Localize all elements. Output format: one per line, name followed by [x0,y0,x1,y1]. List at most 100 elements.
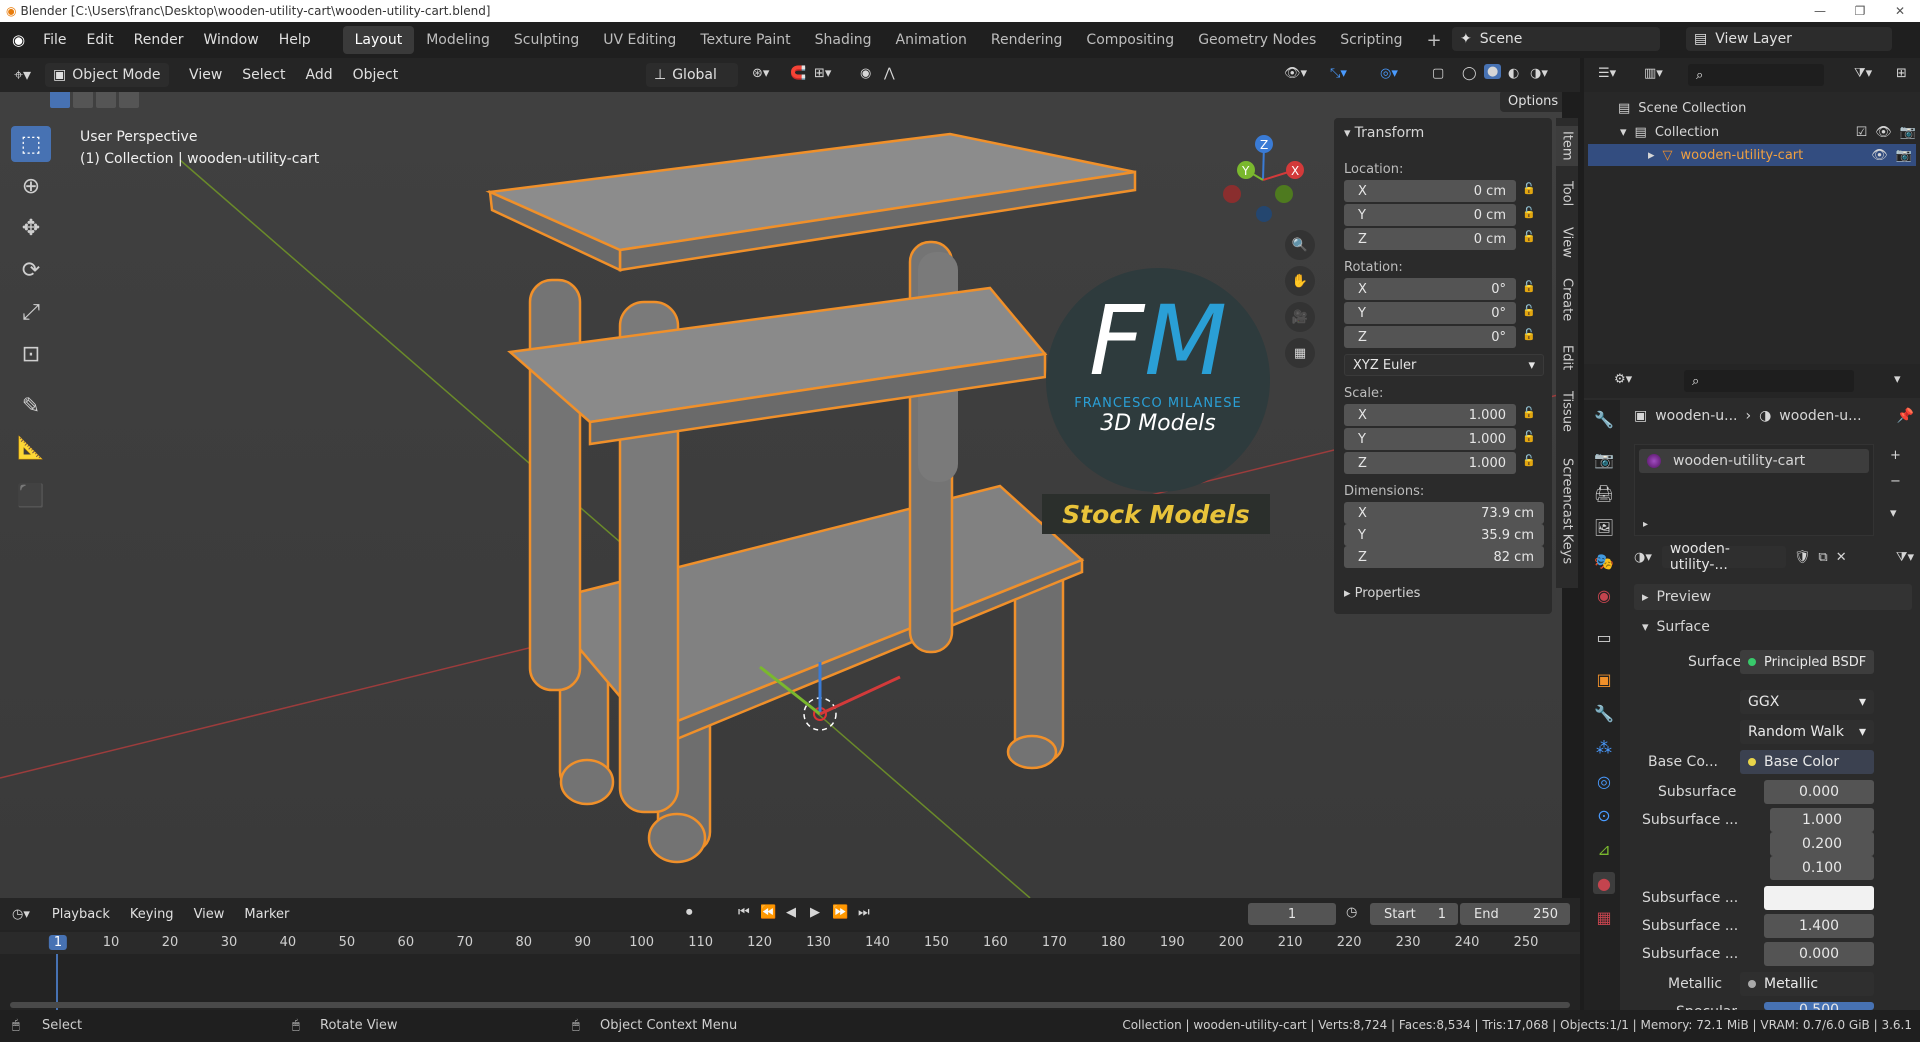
new-collection-icon[interactable]: ⊞ [1896,66,1907,81]
visibility-icon[interactable]: 👁▾ [1284,66,1307,81]
location-x-field[interactable]: X 0 cm [1344,180,1516,202]
transform-tool-icon[interactable]: ⊡ [11,336,51,372]
tab-tool[interactable]: Tool [1556,174,1578,214]
material-slot[interactable]: wooden-utility-cart [1639,449,1869,473]
dimensions-x-field[interactable]: X 73.9 cm [1344,502,1544,524]
scene-selector[interactable]: ✦ Scene [1452,27,1660,51]
output-tab-icon[interactable]: 🖨 [1593,482,1615,504]
jump-start-icon[interactable]: ⏮ [738,905,750,920]
rotation-y-field[interactable]: Y 0° [1344,302,1516,324]
add-cube-tool-icon[interactable]: ⬛ [11,478,51,514]
subsurface-field[interactable]: 0.000 [1764,780,1874,804]
snap-target-icon[interactable]: ⊞▾ [814,66,831,81]
add-slot-icon[interactable]: + [1890,448,1901,463]
filter-icon[interactable]: ⧩▾ [1896,550,1914,565]
tl-menu-keying[interactable]: Keying [120,896,184,932]
prev-keyframe-icon[interactable]: ⏪ [760,905,776,920]
vp-menu-add[interactable]: Add [295,57,342,93]
expand-arrow-icon[interactable]: ▸ [1643,519,1648,530]
world-tab-icon[interactable]: ◉ [1593,584,1615,606]
data-tab-icon[interactable]: ⊿ [1593,838,1615,860]
tab-animation[interactable]: Animation [884,26,979,54]
play-icon[interactable]: ▶ [810,905,820,920]
camera-icon[interactable]: 📷 [1896,148,1912,163]
view-layer-tab-icon[interactable]: 🖼 [1593,516,1615,538]
duplicate-icon[interactable]: ⧉ [1818,550,1827,565]
jump-end-icon[interactable]: ⏭ [858,905,870,920]
tool-tab-icon[interactable]: 🔧 [1593,408,1615,430]
eye-icon[interactable]: 👁 [1871,148,1888,163]
dimensions-y-field[interactable]: Y 35.9 cm [1344,524,1544,546]
falloff-icon[interactable]: ⋀ [884,66,895,81]
xray-icon[interactable]: ▢ [1432,66,1444,81]
dimensions-z-field[interactable]: Z 82 cm [1344,546,1544,568]
base-color-field[interactable]: Base Color [1740,750,1874,774]
minimize-button[interactable]: — [1800,0,1840,22]
scale-z-field[interactable]: Z 1.000 [1344,452,1516,474]
tab-item[interactable]: Item [1556,126,1578,166]
orientation-dropdown[interactable]: ⊥ Global [646,63,738,87]
chevron-down-icon[interactable]: ▾ [1894,372,1901,387]
transform-header[interactable]: ▾ Transform [1344,122,1544,144]
tl-menu-playback[interactable]: Playback [42,896,120,932]
select-new-icon[interactable] [50,92,70,108]
move-tool-icon[interactable]: ✥ [11,210,51,246]
tab-layout[interactable]: Layout [342,26,415,54]
eye-icon[interactable]: 👁 [1875,125,1892,140]
lock-icon[interactable]: 🔓 [1522,230,1536,243]
select-subtract-icon[interactable] [96,92,116,108]
collection-tab-icon[interactable]: ▭ [1593,626,1615,648]
vp-menu-object[interactable]: Object [343,57,409,93]
physics-tab-icon[interactable]: ◎ [1593,770,1615,792]
slot-menu-icon[interactable]: ▾ [1890,506,1897,521]
material-tab-icon[interactable]: ● [1593,872,1615,894]
material-shading-icon[interactable]: ◐ [1508,66,1519,81]
rotation-z-field[interactable]: Z 0° [1344,326,1516,348]
location-y-field[interactable]: Y 0 cm [1344,204,1516,226]
play-reverse-icon[interactable]: ◀ [786,905,796,920]
select-box-modes[interactable] [50,92,139,108]
blender-menu-icon[interactable]: ◉ [0,31,33,49]
rotation-mode-dropdown[interactable]: XYZ Euler ▾ [1344,354,1544,376]
tab-modeling[interactable]: Modeling [414,26,502,54]
remove-slot-icon[interactable]: − [1890,474,1901,489]
scale-tool-icon[interactable]: ⤢ [11,294,51,330]
filter-icon[interactable]: ⧩▾ [1854,66,1872,81]
outliner-row-object[interactable]: ▸ ▽ wooden-utility-cart 👁 📷 [1588,144,1916,166]
subsurface-radius-z-field[interactable]: 0.100 [1770,856,1874,880]
current-frame-field[interactable]: 1 [1248,903,1336,925]
tab-sculpting[interactable]: Sculpting [502,26,591,54]
pan-view-icon[interactable]: ✋ [1285,266,1315,296]
snap-icon[interactable]: 🧲 [790,66,806,81]
camera-icon[interactable]: 📷 [1900,125,1916,140]
lock-icon[interactable]: 🔓 [1522,304,1536,317]
lock-icon[interactable]: 🔓 [1522,280,1536,293]
rendered-shading-icon[interactable]: ◑▾ [1530,66,1548,81]
select-extend-icon[interactable] [73,92,93,108]
options-dropdown[interactable]: Options ▾ [1500,92,1562,112]
menu-window[interactable]: Window [194,22,269,58]
menu-file[interactable]: File [33,22,76,58]
material-browse-icon[interactable]: ◑▾ [1634,550,1652,565]
view-layer-selector[interactable]: ▤ View Layer [1686,27,1892,51]
editor-type-icon[interactable]: ⌖▾ [0,65,45,85]
material-name-field[interactable]: wooden-utility-... [1661,541,1786,573]
next-keyframe-icon[interactable]: ⏩ [832,905,848,920]
tab-screencast-keys[interactable]: Screencast Keys [1556,446,1578,576]
select-tool-icon[interactable]: ⬚ [11,126,51,162]
lock-icon[interactable]: 🔓 [1522,328,1536,341]
vp-menu-view[interactable]: View [179,57,232,93]
properties-search-input[interactable]: ⌕ [1684,370,1854,392]
tab-shading[interactable]: Shading [803,26,884,54]
properties-header[interactable]: ▸ Properties [1344,582,1544,604]
end-frame-field[interactable]: End 250 [1460,903,1570,925]
object-mode-dropdown[interactable]: ▣ Object Mode [45,63,170,87]
lock-icon[interactable]: 🔓 [1522,182,1536,195]
rotation-x-field[interactable]: X 0° [1344,278,1516,300]
maximize-button[interactable]: ❐ [1840,0,1880,22]
menu-help[interactable]: Help [269,22,321,58]
preview-panel-header[interactable]: ▸ Preview [1634,584,1912,610]
outliner-row-collection[interactable]: ▾ ▤ Collection ☑ 👁 📷 [1620,122,1916,142]
record-icon[interactable]: ⏺ [686,905,693,920]
fake-user-icon[interactable]: 🛡 [1794,550,1811,565]
